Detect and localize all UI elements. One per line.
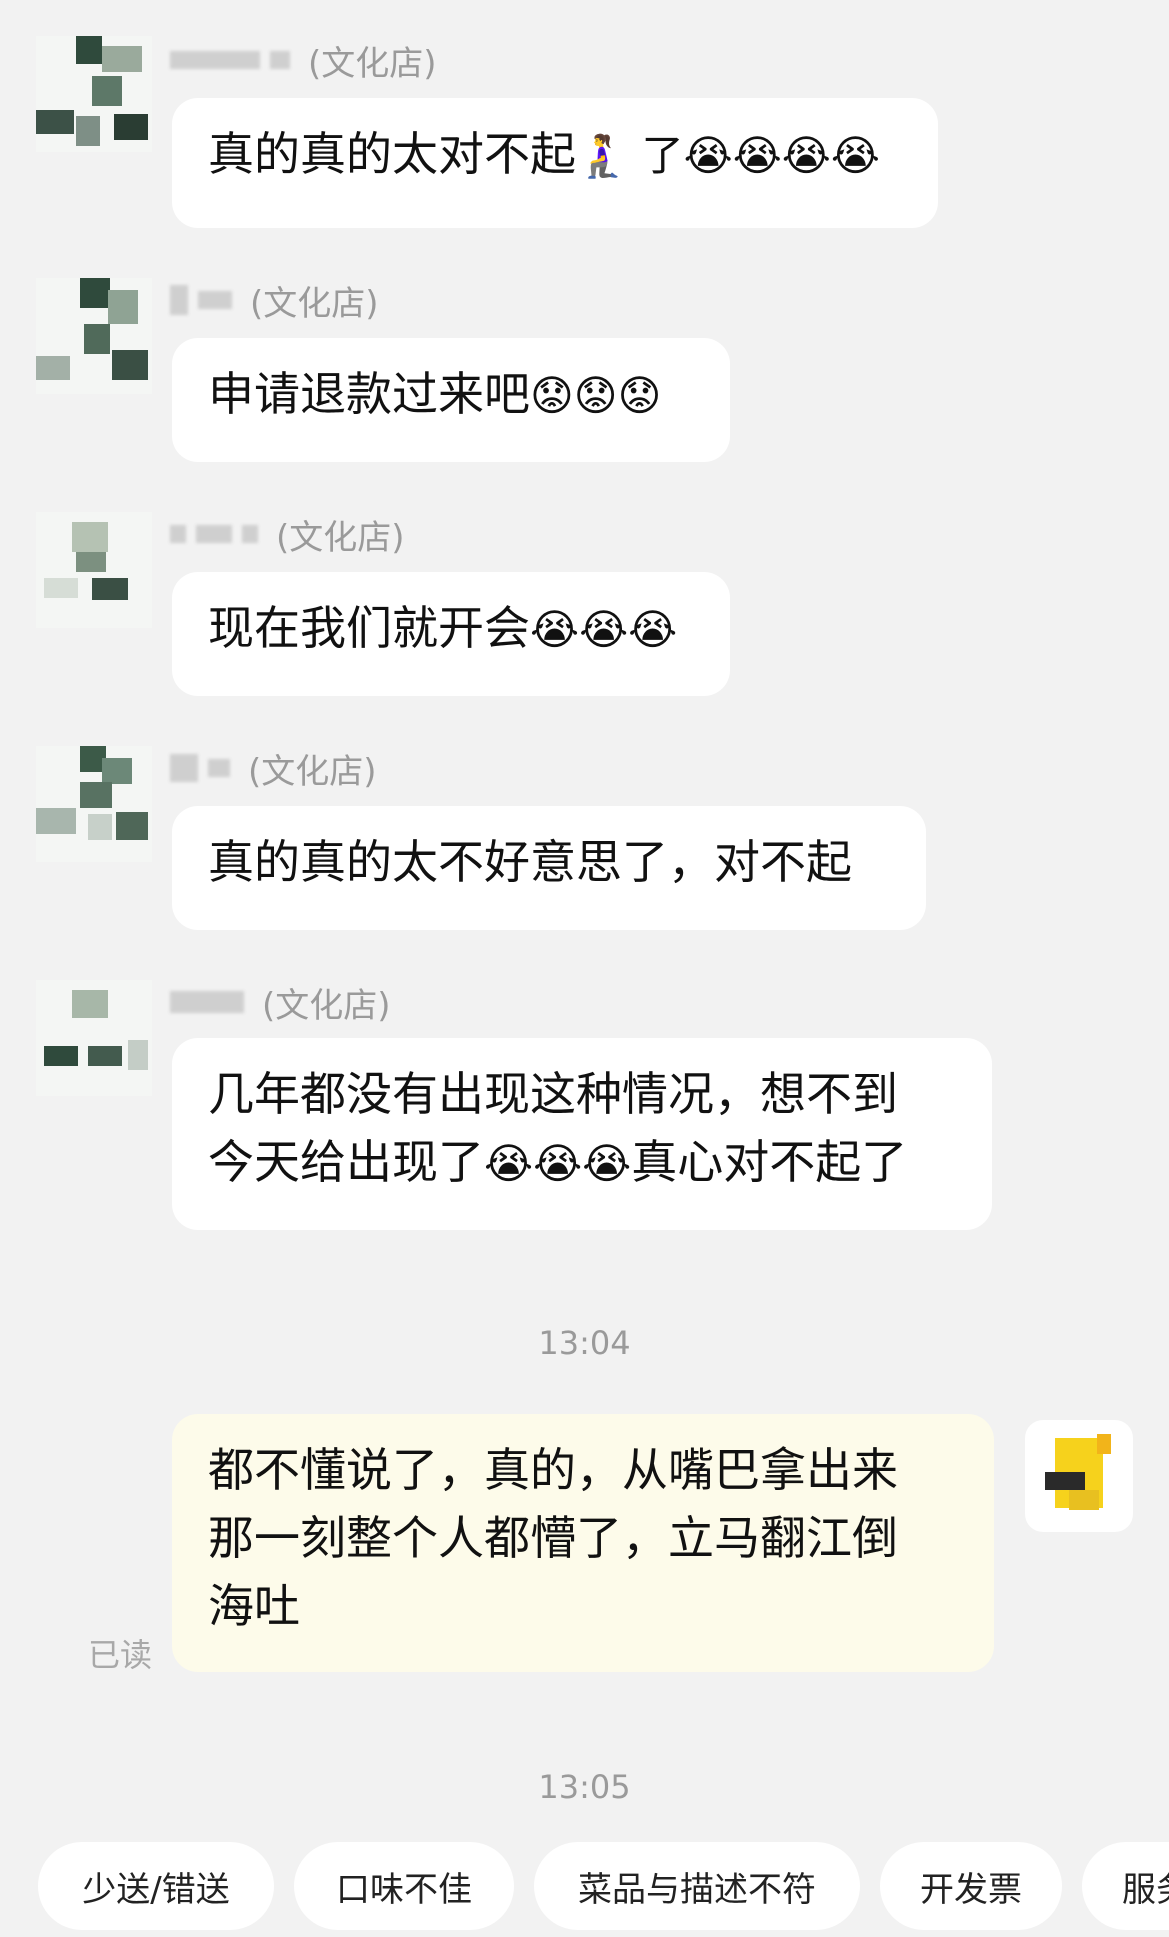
shop-label: (文化店)	[276, 517, 405, 558]
message-emoji: 🧎‍♀️ 了😭😭😭😭	[576, 131, 880, 180]
my-message-bubble[interactable]: 都不懂说了，真的，从嘴巴拿出来 那一刻整个人都懵了，立马翻江倒 海吐	[172, 1414, 994, 1672]
message-text-line: 都不懂说了，真的，从嘴巴拿出来	[208, 1443, 898, 1497]
sender-meta: (文化店)	[170, 512, 405, 558]
timestamp: 13:05	[538, 1768, 631, 1806]
message-bubble[interactable]: 几年都没有出现这种情况，想不到 今天给出现了😭😭😭真心对不起了	[172, 1038, 992, 1230]
sender-meta: (文化店)	[170, 746, 377, 792]
merchant-avatar[interactable]	[36, 980, 152, 1096]
message-bubble[interactable]: 现在我们就开会😭😭😭	[172, 572, 730, 696]
message-text-line: 几年都没有出现这种情况，想不到	[208, 1067, 898, 1121]
message-text: 真的真的太不好意思了，对不起	[208, 835, 852, 889]
message-text: 申请退款过来吧	[208, 367, 530, 421]
quick-reply-invoice[interactable]: 开发票	[880, 1842, 1062, 1930]
message-emoji: 😭😭😭	[484, 1139, 632, 1188]
timestamp: 13:04	[538, 1324, 631, 1362]
quick-reply-missing-wrong[interactable]: 少送/错送	[38, 1842, 274, 1930]
message-text-line: 那一刻整个人都懵了，立马翻江倒	[208, 1511, 898, 1565]
merchant-avatar[interactable]	[36, 36, 152, 152]
sender-meta: (文化店)	[170, 980, 391, 1026]
sender-meta: (文化店)	[170, 38, 437, 84]
sender-name-blurred	[170, 754, 230, 782]
message-text: 现在我们就开会	[208, 601, 530, 655]
shop-label: (文化店)	[262, 985, 391, 1026]
merchant-avatar[interactable]	[36, 278, 152, 394]
message-text-line: 今天给出现了😭😭😭真心对不起了	[208, 1135, 908, 1189]
message-emoji: 😟😟😟	[530, 371, 662, 420]
read-status: 已读	[88, 1636, 153, 1674]
shop-label: (文化店)	[308, 43, 437, 84]
quick-reply-not-as-described[interactable]: 菜品与描述不符	[534, 1842, 860, 1930]
quick-reply-bad-taste[interactable]: 口味不佳	[294, 1842, 514, 1930]
merchant-avatar[interactable]	[36, 746, 152, 862]
message-bubble[interactable]: 申请退款过来吧😟😟😟	[172, 338, 730, 462]
message-text: 真的真的太对不起	[208, 127, 576, 181]
sender-name-blurred	[170, 991, 244, 1013]
message-text-line: 海吐	[208, 1579, 300, 1633]
message-emoji: 😭😭😭	[530, 605, 678, 654]
message-bubble[interactable]: 真的真的太对不起🧎‍♀️ 了😭😭😭😭	[172, 98, 938, 228]
sender-name-blurred	[170, 285, 232, 315]
sender-name-blurred	[170, 51, 290, 69]
sender-name-blurred	[170, 525, 258, 543]
my-avatar[interactable]	[1025, 1420, 1133, 1532]
sender-meta: (文化店)	[170, 278, 379, 324]
shop-label: (文化店)	[250, 283, 379, 324]
merchant-avatar[interactable]	[36, 512, 152, 628]
shop-label: (文化店)	[248, 751, 377, 792]
quick-reply-service[interactable]: 服务	[1082, 1842, 1169, 1930]
message-bubble[interactable]: 真的真的太不好意思了，对不起	[172, 806, 926, 930]
